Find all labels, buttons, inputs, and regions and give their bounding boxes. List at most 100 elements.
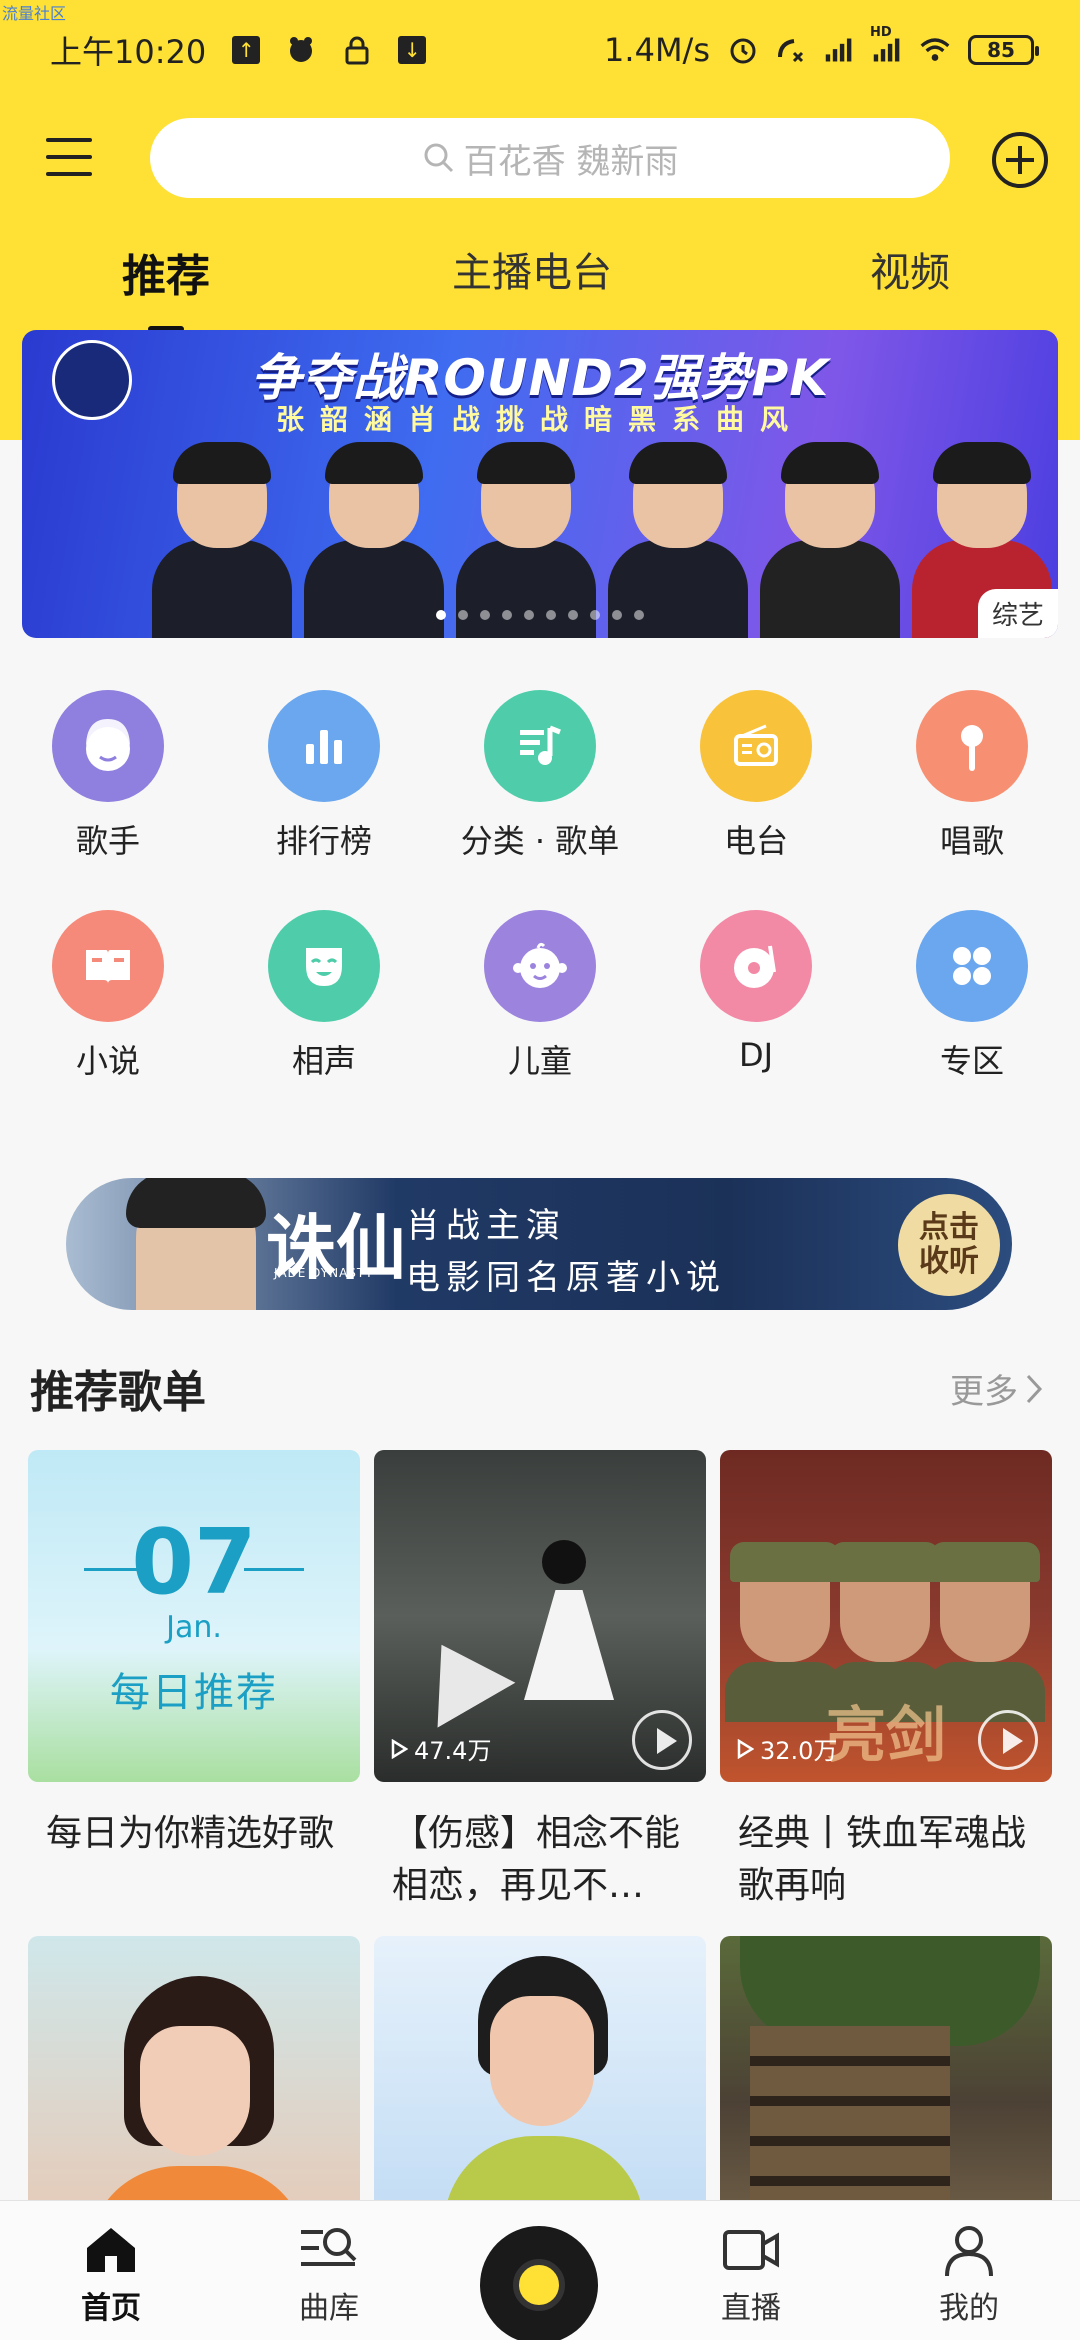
search-placeholder: 百花香 魏新雨 (463, 141, 679, 182)
nav-library[interactable]: 曲库 (254, 2221, 404, 2327)
category-chart[interactable]: 排行榜 (216, 690, 432, 862)
signal-hd-icon: HD (870, 25, 902, 65)
playlist-cover: 47.4万 (374, 1450, 706, 1782)
playlist-card[interactable]: 07 Jan. 每日推荐 每日为你精选好歌 (28, 1450, 360, 1912)
carousel-dot[interactable] (502, 610, 512, 620)
playlist-desc: 每日为你精选好歌 (46, 1813, 335, 1854)
category-novel[interactable]: 小说 (0, 910, 216, 1082)
playlist-desc: 经典丨铁血军魂战歌再响 (738, 1813, 1027, 1906)
nav-profile[interactable]: 我的 (894, 2221, 1044, 2327)
playlist-icon (484, 690, 596, 802)
category-crosstalk[interactable]: 相声 (216, 910, 432, 1082)
carousel-dot[interactable] (634, 610, 644, 620)
live-video-icon (676, 2221, 826, 2279)
play-icon[interactable] (632, 1710, 692, 1770)
nav-label: 直播 (721, 2291, 781, 2326)
more-link[interactable]: 更多 (950, 1364, 1044, 1413)
banner-tag: 综艺 (977, 589, 1058, 638)
grid-icon (916, 910, 1028, 1022)
category-label: 唱歌 (939, 822, 1004, 860)
category-zone[interactable]: 专区 (864, 910, 1080, 1082)
clock: 上午10:20 (50, 33, 207, 71)
search-input[interactable]: 百花香 魏新雨 (150, 118, 950, 198)
carousel-dot[interactable] (436, 610, 446, 620)
battery-indicator: 85 (968, 35, 1039, 65)
section-title: 推荐歌单 (30, 1367, 206, 1418)
category-label: 相声 (291, 1042, 356, 1080)
wifi-icon (920, 35, 950, 65)
child-icon (484, 910, 596, 1022)
radio-icon (700, 690, 812, 802)
carousel-dot[interactable] (524, 610, 534, 620)
banner-artwork (152, 438, 1052, 638)
listen-button[interactable]: 点击收听 (898, 1194, 1000, 1296)
category-label: 电台 (723, 822, 788, 860)
category-singer[interactable]: 歌手 (0, 690, 216, 862)
playlist-desc: 【伤感】相念不能相恋，再见不… (392, 1813, 681, 1906)
carousel-dot[interactable] (458, 610, 468, 620)
category-sing[interactable]: 唱歌 (864, 690, 1080, 862)
profile-icon (894, 2221, 1044, 2279)
promo-portrait (126, 1178, 266, 1310)
category-children[interactable]: 儿童 (432, 910, 648, 1082)
promo-line2: 电影同名原著小说 (406, 1258, 726, 1298)
nav-label: 曲库 (299, 2291, 359, 2326)
hd-label: HD (870, 25, 892, 40)
category-label: 小说 (75, 1042, 140, 1080)
nav-label: 我的 (939, 2291, 999, 2326)
dj-icon (700, 910, 812, 1022)
category-radio[interactable]: 电台 (648, 690, 864, 862)
tab-recommend[interactable]: 推荐 (122, 240, 210, 304)
library-icon (254, 2221, 404, 2279)
carousel-dot[interactable] (612, 610, 622, 620)
daily-day: 07 (28, 1510, 360, 1615)
tab-anchor-radio[interactable]: 主播电台 (452, 240, 612, 298)
playlist-card[interactable]: 47.4万 【伤感】相念不能相恋，再见不… (374, 1450, 706, 1912)
chart-icon (268, 690, 380, 802)
play-icon[interactable] (978, 1710, 1038, 1770)
category-label: 歌手 (75, 822, 140, 860)
nav-home[interactable]: 首页 (36, 2221, 186, 2327)
nav-label: 首页 (81, 2291, 141, 2326)
category-playlist[interactable]: 分类 · 歌单 (432, 690, 648, 862)
carousel-dots (22, 610, 1058, 620)
upload-icon: ↑ (232, 36, 261, 64)
play-count-value: 32.0万 (760, 1737, 838, 1765)
playlist-card[interactable]: 亮剑 32.0万 经典丨铁血军魂战歌再响 (720, 1450, 1052, 1912)
tab-video[interactable]: 视频 (870, 240, 950, 298)
lock-icon (342, 35, 372, 65)
watermark: 流量社区 (2, 4, 67, 23)
play-count: 32.0万 (736, 1731, 837, 1766)
player-icon[interactable] (480, 2226, 598, 2340)
promo-title-en: JADE DYNASTY (274, 1266, 374, 1280)
carousel-dot[interactable] (568, 610, 578, 620)
play-count: 47.4万 (390, 1731, 491, 1766)
download-icon: ↓ (398, 36, 427, 64)
promo-banner[interactable]: 诛仙 JADE DYNASTY 肖战主演 电影同名原著小说 点击收听 (66, 1178, 1012, 1310)
category-label: 专区 (939, 1042, 1004, 1080)
carousel-dot[interactable] (590, 610, 600, 620)
carousel-dot[interactable] (480, 610, 490, 620)
play-count-value: 47.4万 (414, 1737, 492, 1765)
home-icon (36, 2221, 186, 2279)
playlist-cover: 亮剑 32.0万 (720, 1450, 1052, 1782)
category-label: 分类 · 歌单 (460, 822, 620, 860)
play-count-icon (391, 1738, 408, 1759)
menu-icon[interactable] (46, 138, 92, 178)
category-label: 儿童 (507, 1042, 572, 1080)
signal-icon (824, 35, 854, 65)
daily-cover-title: 每日推荐 (110, 1670, 278, 1716)
category-dj[interactable]: DJ (648, 910, 864, 1074)
nav-live[interactable]: 直播 (676, 2221, 826, 2327)
category-label: DJ (738, 1036, 774, 1074)
add-icon[interactable] (992, 132, 1048, 188)
hero-banner[interactable]: 争夺战ROUND2强势PK 张韶涵肖战挑战暗黑系曲风 综艺 (22, 330, 1058, 638)
book-icon (52, 910, 164, 1022)
carousel-dot[interactable] (546, 610, 556, 620)
alarm-icon (728, 35, 758, 65)
search-icon (424, 143, 453, 173)
top-tabs: 推荐 主播电台 视频 (0, 240, 1080, 320)
banner-subtitle: 张韶涵肖战挑战暗黑系曲风 (275, 403, 804, 436)
search-row: 百花香 魏新雨 (0, 112, 1080, 208)
more-label: 更多 (950, 1372, 1018, 1412)
